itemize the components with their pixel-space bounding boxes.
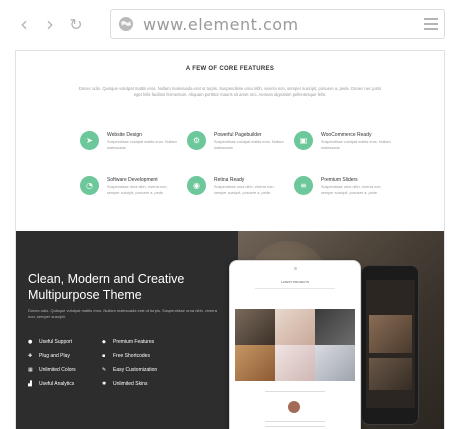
hero-item-premium-features: ◆ Premium Features	[102, 339, 154, 345]
tablet-screen: LATEST PROJECTS	[235, 275, 355, 429]
feature-title: Software Development	[107, 177, 158, 183]
hero-item-easy-customization: ✎ Easy Customization	[102, 367, 157, 373]
hero-headline-line2: Multipurpose Theme	[28, 288, 142, 302]
chevron-right-icon[interactable]: ›	[40, 12, 60, 36]
hero-item-label: Useful Support	[39, 339, 73, 345]
feature-powerful-pagebuilder: ⚙ Powerful Pagebuilder Suspendisse volut…	[187, 131, 297, 165]
divider	[255, 288, 335, 289]
feature-premium-sliders: ≡ Premium Sliders Suspendisse urna nibh,…	[294, 176, 404, 210]
tablet-screen-heading: LATEST PROJECTS	[281, 280, 309, 284]
hero-item-label: Premium Features	[113, 339, 155, 345]
hero-item-label: Useful Analytics	[39, 381, 75, 387]
support-icon: ●	[28, 339, 33, 345]
palette-icon: ▦	[28, 367, 33, 373]
gears-icon: ⚙	[187, 131, 206, 150]
paper-plane-icon: ➤	[80, 131, 99, 150]
browser-toolbar: ‹ › ↻ www.element.com	[0, 0, 460, 48]
project-thumbnail	[315, 345, 355, 381]
project-thumbnail	[235, 345, 275, 381]
feature-desc: Suspendisse volutpat mattis eros. Nullam…	[214, 140, 284, 150]
hero-item-useful-support: ● Useful Support	[28, 339, 72, 345]
divider	[265, 421, 325, 422]
feature-desc: Suspendisse urna nibh, viverra non, semp…	[321, 185, 382, 195]
hero-item-label: Free Shortcodes	[113, 353, 150, 359]
hero-item-free-shortcodes: ▪ Free Shortcodes	[102, 353, 150, 359]
hero-dark-panel	[16, 231, 238, 429]
feature-title: Powerful Pagebuilder	[214, 132, 262, 138]
hero-item-unlimited-colors: ▦ Unlimited Colors	[28, 367, 76, 373]
hero-section: Clean, Modern and Creative Multipurpose …	[16, 231, 444, 429]
feature-woocommerce-ready: ▣ WooCommerce Ready Suspendisse volutpat…	[294, 131, 404, 165]
project-thumbnail	[275, 309, 315, 345]
divider	[265, 391, 325, 392]
feature-desc: Suspendisse volutpat mattis eros. Nullam…	[321, 140, 391, 150]
address-bar[interactable]: www.element.com	[110, 9, 445, 39]
feature-desc: Suspendisse volutpat mattis eros. Nullam…	[107, 140, 177, 150]
project-thumbnail	[235, 309, 275, 345]
url-text[interactable]: www.element.com	[143, 15, 299, 34]
project-thumbnail	[275, 345, 315, 381]
hero-item-unlimited-skins: ✱ Unlimited Skins	[102, 381, 147, 387]
skins-icon: ✱	[102, 381, 107, 387]
phone-screen	[366, 280, 415, 408]
hero-headline: Clean, Modern and Creative Multipurpose …	[28, 271, 228, 303]
divider	[265, 426, 325, 427]
sliders-icon: ≡	[294, 176, 313, 195]
eye-icon: ◉	[187, 176, 206, 195]
hero-item-label: Unlimited Colors	[39, 367, 76, 373]
chevron-left-icon[interactable]: ‹	[14, 12, 34, 36]
features-section: A FEW OF CORE FEATURES Donec odio. Quisq…	[16, 51, 444, 231]
project-thumbnail	[315, 309, 355, 345]
feature-website-design: ➤ Website Design Suspendisse volutpat ma…	[80, 131, 190, 165]
hero-item-label: Plug and Play	[39, 353, 70, 359]
tablet-screen-footer	[235, 385, 355, 429]
phone-photo	[369, 315, 412, 353]
feature-title: Website Design	[107, 132, 142, 138]
feature-desc: Suspendisse urna nibh, viverra non, semp…	[214, 185, 275, 195]
features-description: Donec odio. Quisque volutpat mattis eros…	[78, 86, 382, 97]
feature-software-development: ◔ Software Development Suspendisse urna …	[80, 176, 190, 210]
phone-photo	[369, 358, 412, 390]
feature-title: WooCommerce Ready	[321, 132, 372, 138]
globe-icon	[119, 17, 133, 31]
hero-item-label: Easy Customization	[113, 367, 158, 373]
website-frame: A FEW OF CORE FEATURES Donec odio. Quisq…	[15, 50, 445, 429]
reload-icon[interactable]: ↻	[66, 13, 86, 35]
avatar	[288, 401, 300, 413]
hero-headline-line1: Clean, Modern and Creative	[28, 272, 185, 286]
chart-icon: ▟	[28, 381, 32, 387]
features-title: A FEW OF CORE FEATURES	[185, 66, 275, 72]
feature-desc: Suspendisse urna nibh, viverra non, semp…	[107, 185, 168, 195]
tablet-screen-header: LATEST PROJECTS	[235, 275, 355, 299]
feature-title: Retina Ready	[214, 177, 245, 183]
cart-icon: ▣	[294, 131, 313, 150]
hero-item-plug-and-play: ✚ Plug and Play	[28, 353, 70, 359]
wrench-icon: ✎	[102, 367, 107, 373]
tablet-camera	[294, 267, 297, 270]
plug-icon: ✚	[28, 353, 33, 359]
feature-retina-ready: ◉ Retina Ready Suspendisse urna nibh, vi…	[187, 176, 297, 210]
feature-title: Premium Sliders	[321, 177, 358, 183]
hero-item-useful-analytics: ▟ Useful Analytics	[28, 381, 74, 387]
code-icon: ▪	[102, 353, 106, 359]
diamond-icon: ◆	[102, 339, 106, 345]
hero-description: Donec odio. Quisque volutpat mattis eros…	[28, 308, 217, 319]
hero-item-label: Unlimited Skins	[113, 381, 148, 387]
tablet-mockup: LATEST PROJECTS	[229, 260, 361, 429]
hamburger-menu-icon[interactable]	[424, 18, 438, 30]
dashboard-icon: ◔	[80, 176, 99, 195]
phone-mockup	[361, 265, 419, 425]
